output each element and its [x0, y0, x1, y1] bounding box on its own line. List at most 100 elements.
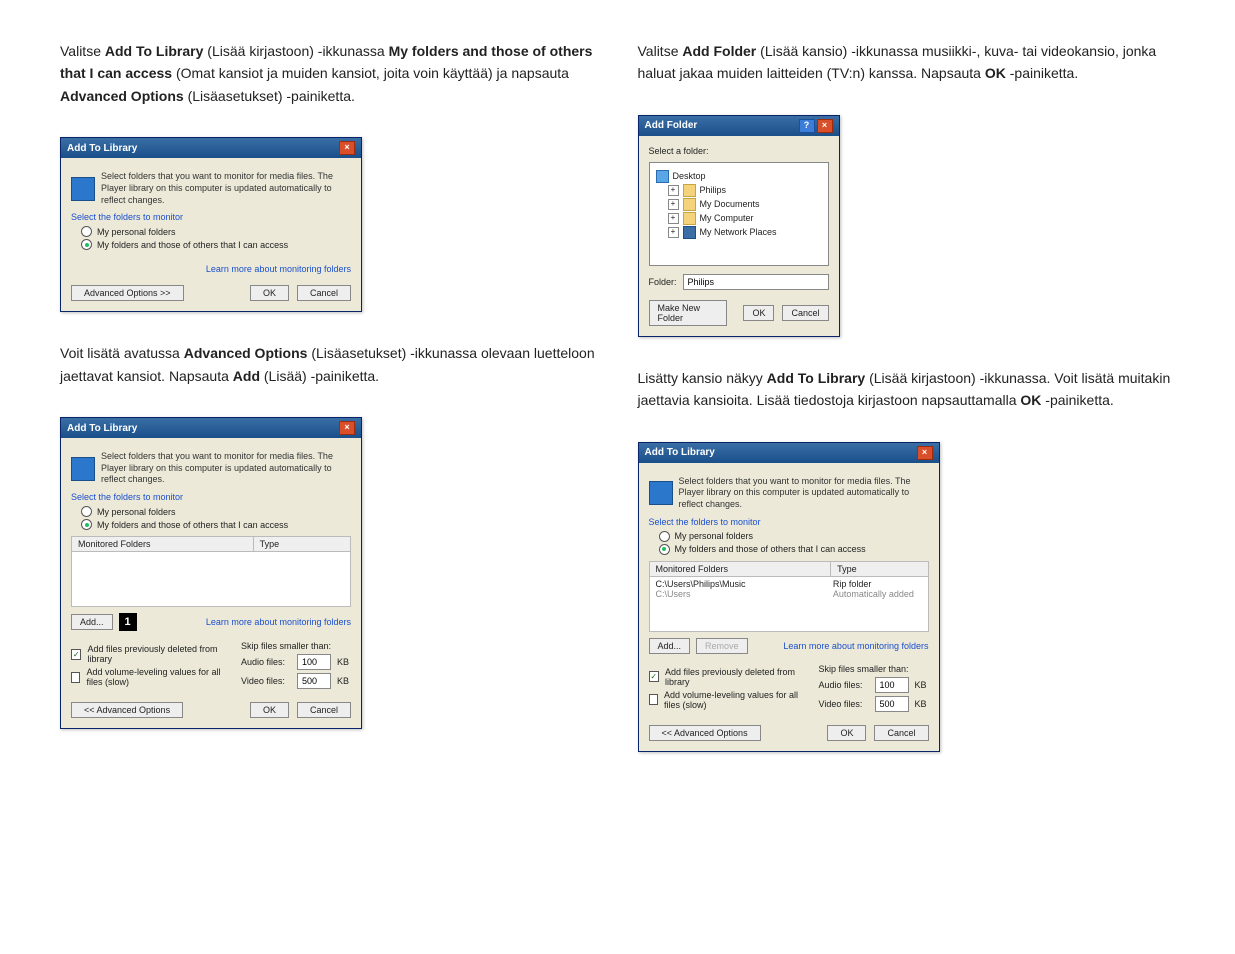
folder-tree[interactable]: Desktop + Philips + My Documents + My Compu… — [649, 162, 829, 266]
titlebar[interactable]: Add To Library × — [61, 138, 361, 158]
radio-my-personal[interactable]: My personal folders — [81, 226, 351, 237]
radio-label: My folders and those of others that I ca… — [97, 520, 288, 530]
ok-button[interactable]: OK — [250, 702, 289, 718]
bold-add-to-library: Add To Library — [105, 43, 204, 59]
select-folder-label: Select a folder: — [649, 146, 829, 156]
expand-icon[interactable]: + — [668, 213, 679, 224]
remove-button[interactable]: Remove — [696, 638, 748, 654]
make-new-folder-button[interactable]: Make New Folder — [649, 300, 728, 326]
ok-button[interactable]: OK — [250, 285, 289, 301]
bold-ok: OK — [1020, 392, 1041, 408]
ok-button[interactable]: OK — [827, 725, 866, 741]
bold-advanced-options: Advanced Options — [60, 88, 184, 104]
cancel-button[interactable]: Cancel — [297, 702, 351, 718]
cancel-button[interactable]: Cancel — [782, 305, 828, 321]
window-title: Add Folder — [645, 120, 698, 131]
select-folders-link[interactable]: Select the folders to monitor — [649, 517, 929, 527]
tree-item-mydocs[interactable]: My Documents — [700, 199, 760, 209]
text: Lisätty kansio näkyy — [638, 370, 767, 386]
bold-advanced-options: Advanced Options — [184, 345, 308, 361]
radio-my-and-others[interactable]: My folders and those of others that I ca… — [81, 239, 351, 250]
table-row[interactable]: C:\Users Automatically added — [656, 589, 922, 599]
folder-label: Folder: — [649, 277, 677, 287]
learn-more-link[interactable]: Learn more about monitoring folders — [206, 617, 351, 627]
learn-more-link[interactable]: Learn more about monitoring folders — [783, 641, 928, 651]
text: -painiketta. — [1010, 65, 1078, 81]
audio-size-input[interactable] — [297, 654, 331, 670]
bold-add-to-library: Add To Library — [767, 370, 866, 386]
radio-my-personal[interactable]: My personal folders — [81, 506, 351, 517]
cell-path: C:\Users\Philips\Music — [656, 579, 833, 589]
video-size-input[interactable] — [297, 673, 331, 689]
checkbox-label: Add volume-leveling values for all files… — [86, 667, 235, 687]
window-title: Add To Library — [645, 447, 715, 458]
chk-add-prev[interactable]: Add files previously deleted from librar… — [71, 644, 235, 664]
radio-my-personal[interactable]: My personal folders — [659, 531, 929, 542]
text: Valitse — [60, 43, 105, 59]
window-title: Add To Library — [67, 143, 137, 154]
close-icon[interactable]: × — [917, 446, 933, 460]
close-icon[interactable]: × — [339, 141, 355, 155]
tree-item-mycomputer[interactable]: My Computer — [700, 213, 754, 223]
dialog-hint: Select folders that you want to monitor … — [679, 476, 929, 511]
network-icon — [683, 226, 696, 239]
tree-item-philips[interactable]: Philips — [700, 185, 727, 195]
tree-item-mynetwork[interactable]: My Network Places — [700, 227, 777, 237]
th-monitored: Monitored Folders — [72, 537, 254, 551]
right-paragraph-2: Lisätty kansio näkyy Add To Library (Lis… — [638, 367, 1176, 412]
close-icon[interactable]: × — [339, 421, 355, 435]
left-paragraph-2: Voit lisätä avatussa Advanced Options (L… — [60, 342, 598, 387]
chk-volume[interactable]: Add volume-leveling values for all files… — [71, 667, 235, 687]
expand-icon[interactable]: + — [668, 199, 679, 210]
cell-path: C:\Users — [656, 589, 833, 599]
table-body[interactable]: C:\Users\Philips\Music Rip folder C:\Use… — [649, 577, 929, 632]
radio-label: My folders and those of others that I ca… — [675, 544, 866, 554]
select-folders-link[interactable]: Select the folders to monitor — [71, 212, 351, 222]
chk-volume[interactable]: Add volume-leveling values for all files… — [649, 690, 813, 710]
text: (Lisää) -painiketta. — [264, 368, 379, 384]
chk-add-prev[interactable]: Add files previously deleted from librar… — [649, 667, 813, 687]
cell-type: Automatically added — [833, 589, 922, 599]
radio-label: My personal folders — [97, 227, 176, 237]
tree-item-desktop[interactable]: Desktop — [673, 171, 706, 181]
advanced-options-button[interactable]: Advanced Options >> — [71, 285, 184, 301]
right-paragraph-1: Valitse Add Folder (Lisää kansio) -ikkun… — [638, 40, 1176, 85]
video-size-input[interactable] — [875, 696, 909, 712]
table-row[interactable]: C:\Users\Philips\Music Rip folder — [656, 579, 922, 589]
advanced-options-collapse-button[interactable]: << Advanced Options — [649, 725, 761, 741]
add-button[interactable]: Add... — [649, 638, 691, 654]
titlebar[interactable]: Add To Library × — [61, 418, 361, 438]
add-button[interactable]: Add... — [71, 614, 113, 630]
radio-my-and-others[interactable]: My folders and those of others that I ca… — [81, 519, 351, 530]
cancel-button[interactable]: Cancel — [874, 725, 928, 741]
titlebar[interactable]: Add To Library × — [639, 443, 939, 463]
th-type: Type — [254, 537, 350, 551]
folder-icon — [683, 198, 696, 211]
table-body[interactable] — [71, 552, 351, 607]
cancel-button[interactable]: Cancel — [297, 285, 351, 301]
computer-icon — [683, 212, 696, 225]
left-paragraph-1: Valitse Add To Library (Lisää kirjastoon… — [60, 40, 598, 107]
select-folders-link[interactable]: Select the folders to monitor — [71, 492, 351, 502]
audio-files-label: Audio files: — [241, 657, 291, 667]
titlebar[interactable]: Add Folder ? × — [639, 116, 839, 136]
radio-my-and-others[interactable]: My folders and those of others that I ca… — [659, 544, 929, 555]
desktop-icon — [656, 170, 669, 183]
learn-more-link[interactable]: Learn more about monitoring folders — [206, 264, 351, 274]
audio-size-input[interactable] — [875, 677, 909, 693]
callout-1: 1 — [119, 613, 137, 631]
ok-button[interactable]: OK — [743, 305, 774, 321]
expand-icon[interactable]: + — [668, 227, 679, 238]
kb-label: KB — [915, 680, 927, 690]
folder-input[interactable] — [683, 274, 829, 290]
close-icon[interactable]: × — [817, 119, 833, 133]
skip-smaller-label: Skip files smaller than: — [241, 641, 351, 651]
advanced-options-collapse-button[interactable]: << Advanced Options — [71, 702, 183, 718]
expand-icon[interactable]: + — [668, 185, 679, 196]
help-icon[interactable]: ? — [799, 119, 815, 133]
folder-icon — [683, 184, 696, 197]
checkbox-label: Add volume-leveling values for all files… — [664, 690, 813, 710]
audio-files-label: Audio files: — [819, 680, 869, 690]
table-header: Monitored Folders Type — [649, 561, 929, 577]
checkbox-label: Add files previously deleted from librar… — [87, 644, 235, 664]
